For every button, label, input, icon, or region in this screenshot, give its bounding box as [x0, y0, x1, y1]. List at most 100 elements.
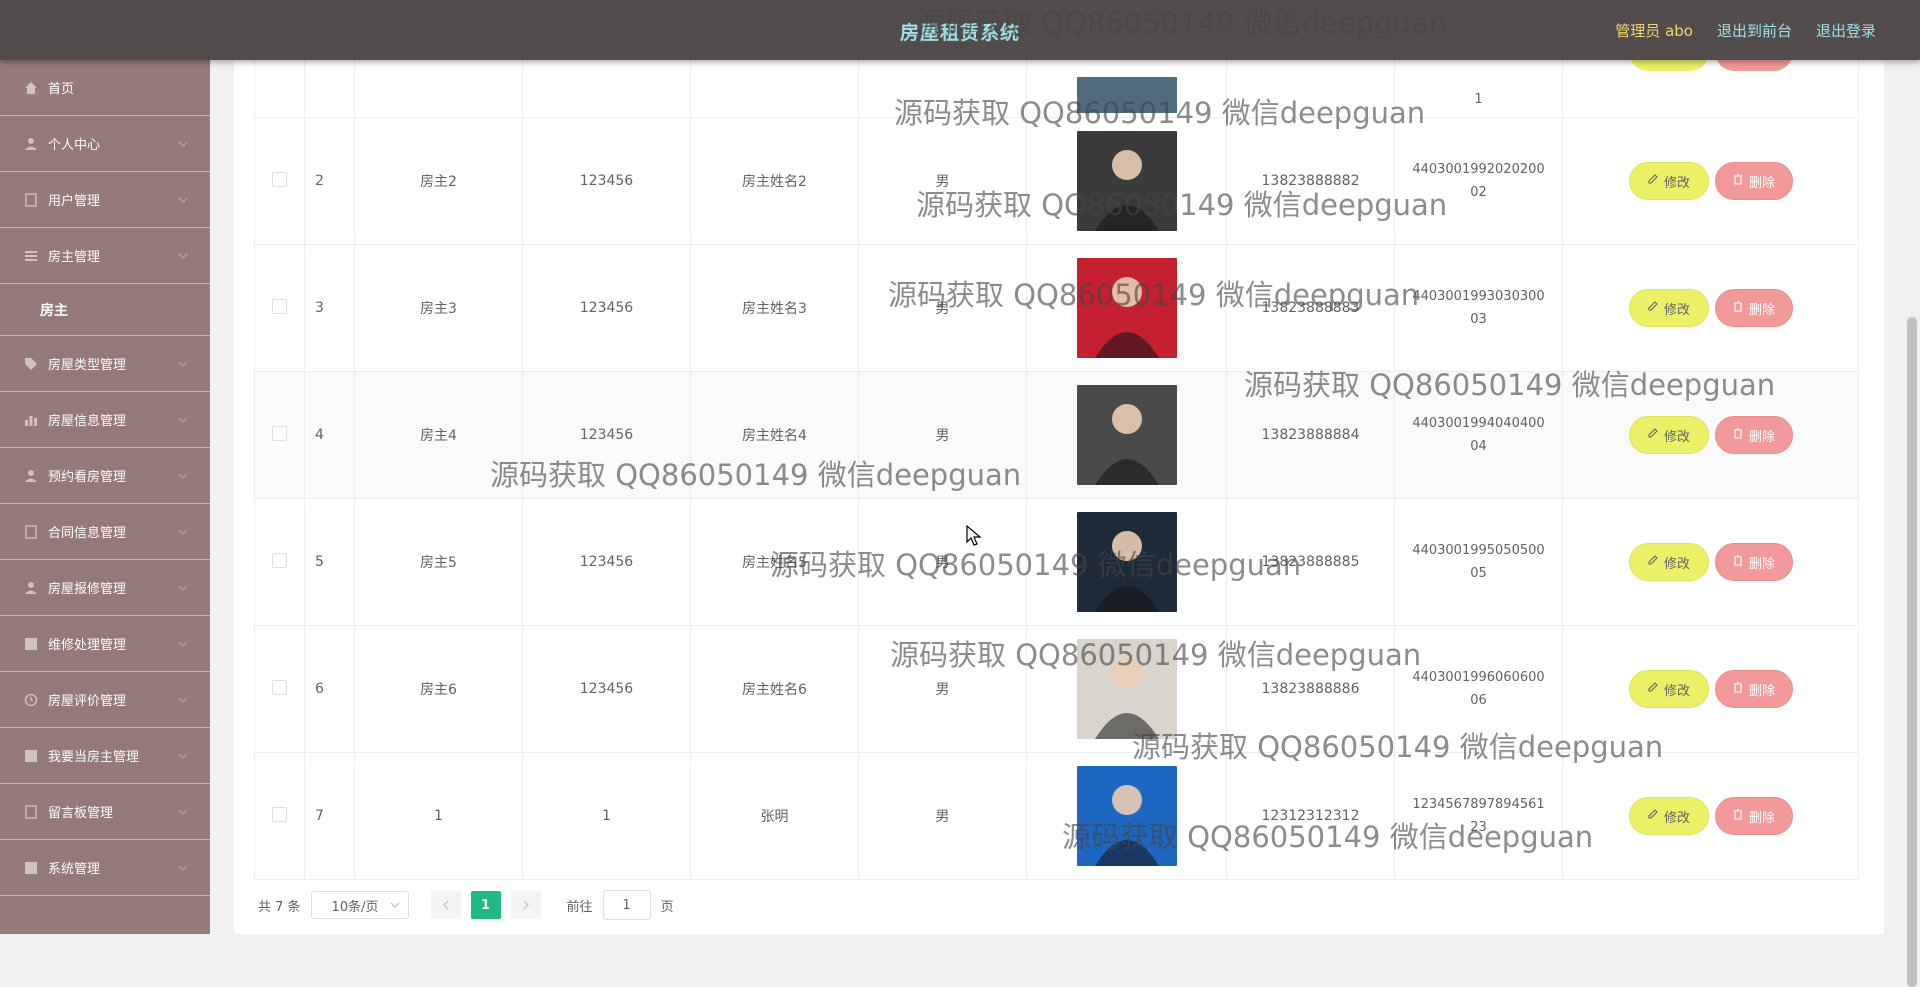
- edit-button[interactable]: 修改: [1628, 416, 1709, 454]
- phone-cell: [1226, 50, 1395, 118]
- phone-value: 13823888885: [1261, 554, 1360, 570]
- sidebar-item[interactable]: 维修处理管理: [0, 616, 210, 672]
- name-value: 房主姓名6: [742, 682, 807, 698]
- actions-cell: 修改 删除: [1562, 244, 1859, 372]
- sidebar-item[interactable]: 房屋信息管理: [0, 392, 210, 448]
- sidebar: 首页 个人中心 用户管理 房主管理 房主房屋类型管理 房屋信息管理预约看房管理 合同信息管理…: [0, 60, 210, 934]
- account-value: 房主2: [420, 174, 457, 190]
- row-checkbox[interactable]: [272, 298, 287, 314]
- landlord-photo: [1076, 639, 1177, 739]
- trash-icon: [1732, 300, 1744, 316]
- row-checkbox[interactable]: [272, 425, 287, 441]
- sidebar-item[interactable]: 预约看房管理: [0, 448, 210, 504]
- sidebar-item-label: 房屋报修管理: [48, 582, 127, 597]
- photo-cell: [1026, 625, 1227, 753]
- gender-cell: 男: [858, 498, 1027, 626]
- password-value: 123456: [579, 681, 634, 697]
- idcard-value: 440300199303030003: [1412, 289, 1545, 327]
- row-checkbox[interactable]: [272, 806, 287, 822]
- edit-button[interactable]: 修改: [1628, 162, 1709, 200]
- doc-icon: [24, 524, 38, 539]
- name-cell: 房主姓名6: [690, 625, 859, 753]
- gender-cell: [858, 50, 1027, 118]
- gender-value: 男: [935, 682, 950, 698]
- chevron-down-icon: [390, 899, 400, 914]
- password-cell: [522, 50, 691, 118]
- name-value: 房主姓名5: [742, 555, 807, 571]
- goto-page-input[interactable]: 1: [602, 890, 651, 920]
- row-checkbox[interactable]: [272, 171, 287, 187]
- row-checkbox[interactable]: [272, 552, 287, 568]
- name-cell: [690, 50, 859, 118]
- account-value: 房主5: [420, 555, 457, 571]
- delete-button[interactable]: 删除: [1714, 289, 1793, 327]
- admin-label: 管理员 abo: [1615, 22, 1693, 40]
- phone-value: 12312312312: [1261, 808, 1360, 824]
- edit-button[interactable]: 修改: [1628, 797, 1709, 835]
- sidebar-item[interactable]: 合同信息管理: [0, 504, 210, 560]
- landlord-photo: [1076, 258, 1177, 358]
- page-size-select[interactable]: 10条/页: [310, 891, 409, 919]
- edit-button[interactable]: 修改: [1628, 670, 1709, 708]
- prev-page-button[interactable]: [430, 891, 461, 919]
- chevron-down-icon: [178, 806, 188, 821]
- phone-cell: 13823888885: [1226, 498, 1395, 626]
- trash-icon: [1732, 427, 1744, 443]
- table-row: 5 房主5 123456 房主姓名5 男 13823888885 4403001995050…: [254, 498, 1859, 626]
- idcard-value: 440300199404040004: [1412, 416, 1545, 454]
- edit-icon: [1647, 300, 1659, 316]
- logout-link[interactable]: 退出登录: [1816, 20, 1876, 41]
- delete-button[interactable]: 删除: [1714, 162, 1793, 200]
- delete-button[interactable]: 删除: [1714, 416, 1793, 454]
- gender-cell: 男: [858, 371, 1027, 499]
- sidebar-item[interactable]: 用户管理: [0, 172, 210, 228]
- index-cell: 2: [304, 117, 355, 245]
- chevron-down-icon: [178, 526, 188, 541]
- pagination: 共 7 条 10条/页 1 前往 1 页: [258, 890, 674, 920]
- row-checkbox[interactable]: [272, 679, 287, 695]
- password-value: 1: [602, 808, 611, 824]
- index-cell: 7: [304, 752, 355, 880]
- chevron-down-icon: [178, 694, 188, 709]
- password-cell: 1: [522, 752, 691, 880]
- sidebar-item[interactable]: 个人中心: [0, 116, 210, 172]
- delete-button[interactable]: 删除: [1714, 797, 1793, 835]
- back-to-front-link[interactable]: 退出到前台: [1717, 20, 1792, 41]
- delete-button[interactable]: 删除: [1714, 543, 1793, 581]
- scrollbar[interactable]: [1904, 60, 1920, 987]
- sidebar-item[interactable]: 留言板管理: [0, 784, 210, 840]
- sidebar-item[interactable]: 房屋报修管理: [0, 560, 210, 616]
- mouse-cursor-icon: [966, 525, 982, 546]
- page-number-current[interactable]: 1: [470, 891, 501, 919]
- scrollbar-thumb[interactable]: [1907, 317, 1917, 987]
- sidebar-item-label: 留言板管理: [48, 806, 114, 821]
- sidebar-item[interactable]: 首页: [0, 60, 210, 116]
- chevron-left-icon: [442, 900, 449, 910]
- sidebar-item[interactable]: 我要当房主管理: [0, 728, 210, 784]
- delete-label: 删除: [1748, 683, 1775, 699]
- user-icon: [24, 137, 38, 151]
- sidebar-item[interactable]: 系统管理: [0, 840, 210, 896]
- menu-icon: [24, 249, 38, 263]
- password-value: 123456: [579, 554, 634, 570]
- name-cell: 房主姓名4: [690, 371, 859, 499]
- edit-icon: [1647, 427, 1659, 443]
- sidebar-item[interactable]: 房屋类型管理: [0, 336, 210, 392]
- chevron-down-icon: [178, 414, 188, 429]
- sidebar-item-label: 房屋信息管理: [48, 414, 127, 429]
- edit-button[interactable]: 修改: [1628, 543, 1709, 581]
- clock-icon: [24, 693, 38, 707]
- sidebar-item[interactable]: 房屋评价管理: [0, 672, 210, 728]
- sidebar-item-label: 房屋类型管理: [48, 358, 127, 373]
- account-cell: [354, 50, 523, 118]
- edit-label: 修改: [1663, 683, 1690, 699]
- sidebar-subitem[interactable]: 房主: [0, 284, 210, 336]
- delete-button[interactable]: 删除: [1714, 670, 1793, 708]
- idcard-cell: 440300199404040004: [1394, 371, 1563, 499]
- sidebar-item[interactable]: 房主管理: [0, 228, 210, 284]
- idcard-value: 440300199505050005: [1412, 543, 1545, 581]
- idcard-tail: 1: [1474, 92, 1483, 107]
- edit-button[interactable]: 修改: [1628, 289, 1709, 327]
- next-page-button[interactable]: [510, 891, 541, 919]
- edit-label: 修改: [1663, 556, 1690, 572]
